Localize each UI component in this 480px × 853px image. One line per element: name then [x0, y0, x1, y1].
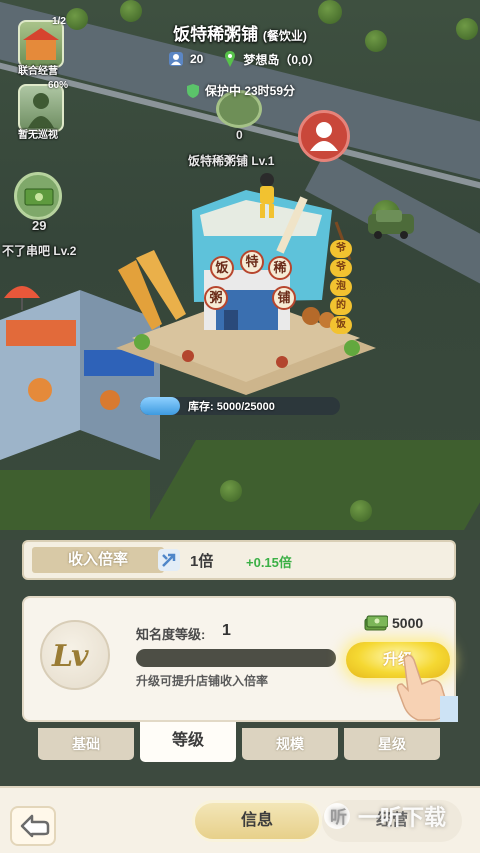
- chef-character: [260, 173, 274, 218]
- shop-title: 饭特稀粥铺 (餐饮业): [0, 20, 480, 45]
- shield-icon: [187, 83, 199, 98]
- side-sign-char: 的: [330, 297, 352, 315]
- multiplier-arrow-icon: [158, 549, 180, 571]
- tab-level[interactable]: 等级: [140, 722, 236, 762]
- stock-bar: 库存: 5000/25000: [140, 397, 340, 415]
- shop-sign-char: 饭: [210, 256, 234, 280]
- side-sign-char: 泡: [330, 278, 352, 296]
- level-card: Lv 知名度等级: 1 升级可提升店铺收入倍率 5000 升级: [22, 596, 458, 722]
- level-badge-text: Lv: [52, 639, 89, 674]
- tab-scale[interactable]: 规模: [242, 728, 338, 760]
- staff-count: 20: [190, 52, 204, 66]
- game-map[interactable]: 1/2 联合经营 60% 暂无巡视 29 0 饭特稀粥铺 (餐饮业) 20 梦想…: [0, 0, 480, 540]
- tree: [220, 480, 242, 502]
- level-tabs: 基础 等级 规模 星级: [38, 722, 442, 762]
- info-tab[interactable]: 信息: [192, 800, 322, 842]
- income-multiplier-bonus: +0.15倍: [246, 555, 292, 570]
- shop-name: 饭特稀粥铺: [173, 25, 259, 44]
- cash-stack-icon: [364, 615, 388, 631]
- side-sign-char: 饭: [330, 316, 352, 334]
- neighbour-shop-level-label: 不了串吧 Lv.2: [2, 244, 77, 258]
- income-multiplier-label: 收入倍率: [32, 547, 164, 573]
- tab-basic[interactable]: 基础: [38, 728, 134, 760]
- back-arrow-icon: [20, 814, 50, 838]
- shop-sign: 饭特稀粥 铺: [196, 250, 296, 316]
- tree: [120, 0, 142, 22]
- grass-field: [144, 440, 480, 530]
- person-silhouette-icon: [28, 93, 54, 128]
- pointing-hand-icon: [396, 654, 458, 722]
- joint-operation-label: 联合经营: [18, 66, 58, 77]
- back-button[interactable]: [10, 806, 56, 846]
- upgrade-hint: 升级可提升店铺收入倍率: [136, 674, 269, 688]
- side-sign-char: 爷: [330, 259, 352, 277]
- svg-text:听: 听: [330, 807, 347, 828]
- shop-location: 梦想岛（0,0）: [243, 52, 321, 67]
- shop-info-line: 20 梦想岛（0,0）: [168, 50, 320, 68]
- shop-sign-char: 粥: [204, 286, 228, 310]
- watermark: 听 一听下载: [322, 800, 446, 832]
- stock-text: 库存: 5000/25000: [188, 401, 275, 413]
- staff-icon: [169, 52, 183, 66]
- shop-sign-char: 铺: [272, 286, 296, 310]
- upgrade-cost: 5000: [364, 614, 423, 632]
- income-multiplier-row: 收入倍率 1倍 +0.15倍: [22, 540, 456, 580]
- patrol-label: 暂无巡视: [18, 130, 58, 141]
- side-sign-char: 爷: [330, 240, 352, 258]
- cash-icon: [24, 188, 54, 206]
- umbrella-icon: [4, 286, 40, 310]
- upgrade-cost-value: 5000: [392, 615, 424, 631]
- protection-text: 保护中 23时59分: [205, 84, 296, 98]
- location-pin-icon: [225, 51, 236, 67]
- fame-level-value: 1: [222, 622, 231, 639]
- main-shop-level-label: 饭特稀粥铺 Lv.1: [188, 154, 275, 168]
- person-icon: [310, 122, 338, 151]
- cash-count-center: 0: [236, 128, 243, 142]
- shop-sign-char: 特: [240, 250, 264, 274]
- side-sign: 爷爷泡的饭: [330, 240, 354, 335]
- watermark-text: 一听下载: [358, 805, 447, 830]
- patrol-percent: 60%: [48, 80, 69, 91]
- stock-fill: [140, 397, 180, 415]
- owner-avatar-bubble[interactable]: [298, 110, 350, 162]
- shop-category: (餐饮业): [262, 29, 307, 43]
- cash-count-left: 29: [32, 218, 47, 233]
- watermark-logo-icon: 听: [324, 803, 350, 829]
- tab-star[interactable]: 星级: [344, 728, 440, 760]
- fame-progress-bar: [136, 649, 336, 667]
- income-multiplier-value: 1倍: [190, 553, 214, 570]
- tree: [350, 500, 372, 522]
- cash-bubble[interactable]: [14, 172, 62, 220]
- fame-level-label: 知名度等级:: [136, 627, 206, 642]
- protection-status: 保护中 23时59分: [186, 82, 295, 99]
- patrol-button[interactable]: [18, 84, 64, 132]
- level-badge-icon: Lv: [40, 620, 110, 690]
- shop-sign-char: 稀: [268, 256, 292, 280]
